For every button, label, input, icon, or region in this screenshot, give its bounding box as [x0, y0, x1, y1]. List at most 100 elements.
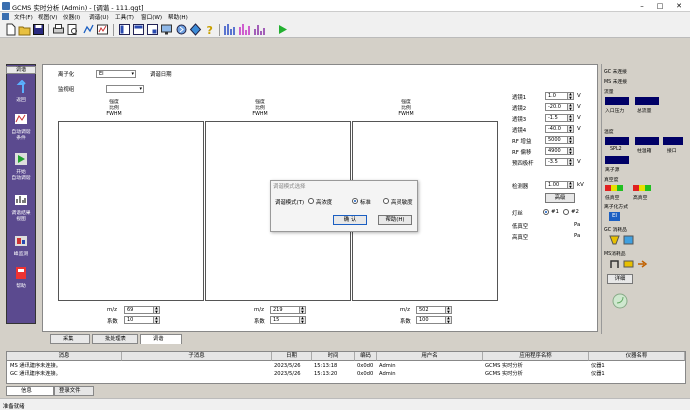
col-date[interactable]: 日期	[272, 352, 312, 361]
coef-spinner-2[interactable]: ▲ ▼	[299, 316, 306, 324]
ionization-select[interactable]: EI	[96, 70, 136, 78]
col-code[interactable]: 编码	[355, 352, 377, 361]
system-menu-icon[interactable]	[2, 13, 9, 20]
menu-window[interactable]: 窗口(W)	[141, 13, 162, 21]
monitor-group-select[interactable]	[106, 85, 144, 93]
minimize-button[interactable]: –	[634, 1, 650, 11]
param-lens1-spinner[interactable]: ▲ ▼	[567, 92, 574, 100]
log-tab-info[interactable]: 信息	[6, 386, 54, 396]
param-lens1-input[interactable]: 1.0	[545, 92, 569, 100]
layout-window-icon[interactable]	[146, 23, 159, 36]
param-lens3-spinner[interactable]: ▲ ▼	[567, 114, 574, 122]
table-row-message[interactable]: GC 通讯建序未连接。	[8, 370, 122, 378]
new-file-icon[interactable]	[4, 23, 17, 36]
start-run-icon[interactable]	[276, 23, 289, 36]
nav-back[interactable]: 返回	[7, 79, 35, 104]
param-lens3-input[interactable]: -1.5	[545, 114, 569, 122]
col-username[interactable]: 用户名	[377, 352, 483, 361]
coef-input-2[interactable]: 15	[270, 316, 300, 324]
detail-button[interactable]: 详细	[607, 274, 633, 284]
print-preview-icon[interactable]	[66, 23, 79, 36]
coef-spinner-3[interactable]: ▲ ▼	[445, 316, 452, 324]
coef-input-3[interactable]: 100	[416, 316, 446, 324]
peak-graph-1[interactable]	[58, 121, 204, 301]
radio-high-sensitivity[interactable]	[383, 198, 389, 204]
data-icon[interactable]	[96, 23, 109, 36]
col-time[interactable]: 时间	[312, 352, 355, 361]
mz-spinner-2[interactable]: ▲ ▼	[299, 306, 306, 314]
spectrum-blue-icon[interactable]	[223, 23, 236, 36]
radio-high-concentration[interactable]	[308, 198, 314, 204]
col-message[interactable]: 消息	[7, 352, 122, 361]
monitor-icon[interactable]	[160, 23, 173, 36]
gc-consumable-icon[interactable]	[609, 235, 620, 245]
detector-spinner[interactable]: ▲ ▼	[567, 181, 574, 189]
nav-help[interactable]: 帮助	[7, 266, 35, 290]
radio-standard[interactable]	[352, 198, 358, 204]
confirm-button[interactable]: 确 认	[333, 215, 367, 225]
param-lens2-input[interactable]: -20.0	[545, 103, 569, 111]
menu-instrument[interactable]: 仪器(I)	[63, 13, 80, 21]
nav-auto-tune-conditions[interactable]: 自动调谐 条件	[7, 112, 35, 142]
param-rf-gain-input[interactable]: 5000	[545, 136, 569, 144]
diamond-icon[interactable]	[189, 23, 202, 36]
maximize-button[interactable]: □	[652, 1, 668, 11]
menu-help[interactable]: 帮助(H)	[168, 13, 188, 21]
param-rf-offset-input[interactable]: 4900	[545, 147, 569, 155]
param-rf-offset-spinner[interactable]: ▲ ▼	[567, 147, 574, 155]
high-vacuum-unit: Pa	[574, 233, 581, 239]
mz-input-1[interactable]: 69	[124, 306, 154, 314]
spectrum-magenta-icon[interactable]	[238, 23, 251, 36]
param-prerod-spinner[interactable]: ▲ ▼	[567, 158, 574, 166]
param-lens4-spinner[interactable]: ▲ ▼	[567, 125, 574, 133]
ms-filament-icon[interactable]	[609, 259, 620, 269]
filament-2-radio[interactable]	[563, 209, 569, 215]
nav-peak-monitor[interactable]: 峰监测	[7, 234, 35, 258]
advanced-button[interactable]: 高级	[545, 193, 575, 203]
mz-input-3[interactable]: 502	[416, 306, 446, 314]
param-lens4-input[interactable]: -40.0	[545, 125, 569, 133]
print-icon[interactable]	[52, 23, 65, 36]
detector-input[interactable]: 1.00	[545, 181, 569, 189]
col-application[interactable]: 应用程序名称	[483, 352, 589, 361]
col-instrument[interactable]: 仪器名称	[589, 352, 685, 361]
tab-acquisition[interactable]: 采集	[50, 334, 90, 344]
col-sub-message[interactable]: 子消息	[122, 352, 272, 361]
high-vacuum-indicator-3	[645, 185, 651, 191]
ms-detector-icon[interactable]	[623, 259, 634, 269]
fwhm-label: FWHM	[252, 112, 268, 117]
menu-tools[interactable]: 工具(T)	[115, 13, 134, 21]
filament-1-radio[interactable]	[543, 209, 549, 215]
open-folder-icon[interactable]	[18, 23, 31, 36]
menu-tune[interactable]: 调谐(U)	[89, 13, 109, 21]
nav-start-auto-tune[interactable]: 开始 自动调谐	[7, 152, 35, 182]
param-lens2-spinner[interactable]: ▲ ▼	[567, 103, 574, 111]
dialog-help-button[interactable]: 帮助(H)	[378, 215, 412, 225]
layout-grid-icon[interactable]	[132, 23, 145, 36]
help-question-icon[interactable]: ?	[203, 23, 216, 36]
ms-pump-icon[interactable]	[637, 259, 648, 269]
mz-spinner-3[interactable]: ▲ ▼	[445, 306, 452, 314]
mz-input-2[interactable]: 219	[270, 306, 300, 314]
log-tab-login-file[interactable]: 登录文件	[54, 386, 94, 396]
coef-input-1[interactable]: 10	[124, 316, 154, 324]
menu-file[interactable]: 文件(F)	[14, 13, 33, 21]
save-icon[interactable]	[32, 23, 45, 36]
gc-column-icon[interactable]	[623, 235, 634, 245]
ionization-mode-label: 离子化方式	[604, 205, 628, 210]
close-button[interactable]: ✕	[671, 1, 687, 11]
tune-file-icon[interactable]	[82, 23, 95, 36]
menu-view[interactable]: 视图(V)	[38, 13, 57, 21]
param-rf-gain-spinner[interactable]: ▲ ▼	[567, 136, 574, 144]
settings-arrow-icon[interactable]	[175, 23, 188, 36]
nav-tune-results-view[interactable]: 调谐结果 视图	[7, 193, 35, 223]
layout-columns-icon[interactable]	[118, 23, 131, 36]
table-row-message[interactable]: MS 通讯建序未连接。	[8, 362, 122, 370]
tab-tune[interactable]: 调谐	[140, 334, 182, 344]
tab-batch-table[interactable]: 批处理表	[92, 334, 138, 344]
spectrum-purple-icon[interactable]	[253, 23, 266, 36]
mz-spinner-1[interactable]: ▲ ▼	[153, 306, 160, 314]
coef-spinner-1[interactable]: ▲ ▼	[153, 316, 160, 324]
graph2-header: 强度 比例 FWHM	[250, 100, 270, 118]
param-prerod-input[interactable]: -3.5	[545, 158, 569, 166]
